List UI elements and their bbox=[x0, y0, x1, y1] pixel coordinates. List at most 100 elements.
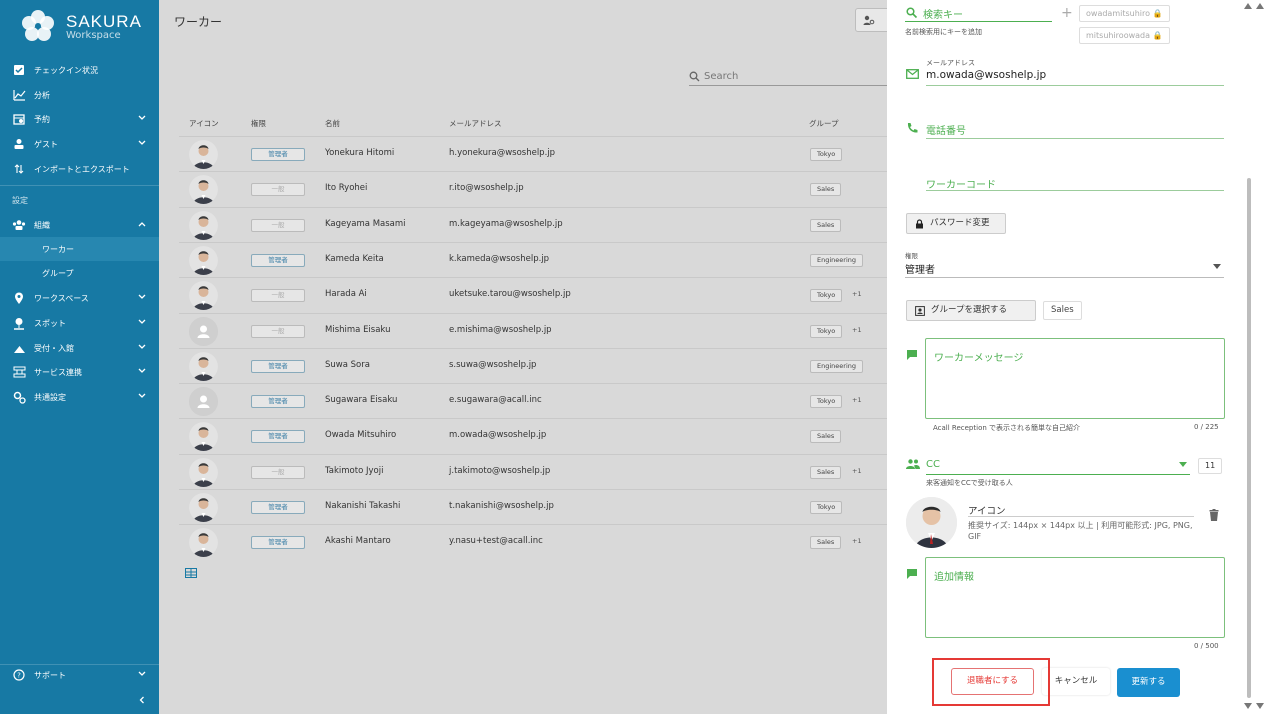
table-row[interactable]: 一般 Takimoto Jyoji j.takimoto@wsoshelp.jp Sa… bbox=[179, 453, 887, 489]
extra-groups-count: +1 bbox=[852, 290, 862, 299]
nav-analytics[interactable]: 分析 bbox=[0, 83, 159, 107]
group-chip[interactable]: Sales bbox=[1043, 301, 1082, 320]
nav-integration[interactable]: サービス連携 bbox=[0, 360, 159, 384]
nav-workers[interactable]: ワーカー bbox=[0, 237, 159, 261]
worker-email: m.kageyama@wsoshelp.jp bbox=[449, 218, 563, 229]
table-row[interactable]: 管理者 Sugawara Eisaku e.sugawara@acall.inc To… bbox=[179, 383, 887, 418]
select-group-button[interactable]: グループを選択する bbox=[906, 300, 1036, 321]
chevron-down-icon bbox=[138, 671, 146, 676]
group-badge: Sales bbox=[810, 430, 842, 444]
cancel-button[interactable]: キャンセル bbox=[1042, 668, 1110, 695]
integration-icon bbox=[12, 365, 26, 379]
worker-email: m.owada@wsoshelp.jp bbox=[449, 430, 547, 441]
add-key-icon[interactable]: + bbox=[1061, 5, 1073, 21]
chevron-up-icon bbox=[138, 222, 146, 227]
nav-support[interactable]: ? サポート bbox=[0, 663, 159, 687]
nav-spot[interactable]: スポット bbox=[0, 311, 159, 335]
avatar bbox=[189, 493, 218, 522]
table-row[interactable]: 管理者 Yonekura Hitomi h.yonekura@wsoshelp.jp… bbox=[179, 136, 887, 171]
worker-edit-panel: 検索キー 名前検索用にキーを追加 + owadamitsuhiro 🔒 mits… bbox=[887, 0, 1269, 714]
highlight-annotation bbox=[932, 658, 1050, 706]
collapse-sidebar-icon[interactable] bbox=[137, 695, 147, 705]
worker-email: r.ito@wsoshelp.jp bbox=[449, 183, 524, 194]
scroll-down-icon[interactable] bbox=[1244, 703, 1252, 710]
scroll-up-icon[interactable] bbox=[1244, 3, 1252, 10]
icon-underline bbox=[968, 516, 1194, 517]
email-label: メールアドレス bbox=[926, 59, 975, 67]
reception-icon bbox=[12, 341, 26, 355]
scroll-up-icon[interactable] bbox=[1256, 3, 1264, 10]
group-badge: Sales bbox=[810, 218, 842, 232]
scroll-down-icon[interactable] bbox=[1256, 703, 1264, 710]
brand-logo[interactable]: SAKURA Workspace bbox=[20, 8, 142, 44]
nav-organization[interactable]: 組織 bbox=[0, 213, 159, 237]
col-role: 権限 bbox=[251, 119, 266, 128]
guest-icon bbox=[12, 137, 26, 151]
avatar-photo-icon bbox=[906, 497, 957, 548]
table-row[interactable]: 一般 Harada Ai uketsuke.tarou@wsoshelp.jp Tok… bbox=[179, 277, 887, 312]
worker-message-count: 0 / 225 bbox=[1194, 423, 1219, 431]
nav-workspace[interactable]: ワークスペース bbox=[0, 286, 159, 310]
role-select[interactable]: 管理者 bbox=[905, 261, 935, 276]
group-badge: Sales bbox=[810, 465, 842, 479]
dropdown-arrow-icon[interactable] bbox=[1179, 462, 1187, 468]
people-icon bbox=[906, 459, 920, 469]
role-badge: 一般 bbox=[251, 324, 305, 338]
nav-guest[interactable]: ゲスト bbox=[0, 132, 159, 156]
nav-import-export[interactable]: インポートとエクスポート bbox=[0, 157, 159, 181]
nav-groups[interactable]: グループ bbox=[0, 261, 159, 285]
sakura-logo-icon bbox=[22, 10, 54, 41]
group-badge: Tokyo bbox=[810, 148, 843, 161]
update-button[interactable]: 更新する bbox=[1117, 668, 1180, 697]
nav-reception[interactable]: 受付・入館 bbox=[0, 336, 159, 360]
table-row[interactable]: 管理者 Suwa Sora s.suwa@wsoshelp.jp Engineerin… bbox=[179, 347, 887, 383]
table-settings-icon[interactable] bbox=[185, 568, 197, 578]
table-row[interactable]: 一般 Ito Ryohei r.ito@wsoshelp.jp Sales bbox=[179, 171, 887, 206]
worker-name: Owada Mitsuhiro bbox=[325, 430, 397, 441]
search-box[interactable]: Search bbox=[689, 68, 889, 86]
worker-email: k.kameda@wsoshelp.jp bbox=[449, 253, 550, 264]
change-password-button[interactable]: パスワード変更 bbox=[906, 213, 1006, 234]
role-badge: 管理者 bbox=[251, 430, 305, 444]
dropdown-arrow-icon[interactable] bbox=[1213, 264, 1221, 270]
worker-code-input[interactable]: ワーカーコード bbox=[926, 176, 996, 191]
table-row[interactable]: 管理者 Nakanishi Takashi t.nakanishi@wsoshelp… bbox=[179, 489, 887, 524]
role-badge: 管理者 bbox=[251, 536, 305, 550]
worker-name: Sugawara Eisaku bbox=[325, 395, 398, 406]
worker-email: e.sugawara@acall.inc bbox=[449, 395, 542, 406]
role-badge: 管理者 bbox=[251, 148, 305, 161]
worker-name: Nakanishi Takashi bbox=[325, 501, 401, 511]
nav-checkin[interactable]: チェックイン状況 bbox=[0, 58, 159, 82]
group-badge: Sales bbox=[810, 536, 842, 550]
cc-select[interactable]: CC bbox=[926, 459, 940, 470]
table-row[interactable]: 一般 Kageyama Masami m.kageyama@wsoshelp.jp S… bbox=[179, 206, 887, 242]
email-input[interactable]: m.owada@wsoshelp.jp bbox=[926, 69, 1046, 81]
worker-name: Yonekura Hitomi bbox=[325, 148, 395, 158]
nav-common-settings[interactable]: 共通設定 bbox=[0, 385, 159, 409]
table-row[interactable]: 管理者 Akashi Mantaro y.nasu+test@acall.inc Sa… bbox=[179, 524, 887, 559]
table-row[interactable]: 管理者 Kameda Keita k.kameda@wsoshelp.jp Engin… bbox=[179, 241, 887, 277]
trash-icon[interactable] bbox=[1209, 509, 1219, 521]
lock-icon bbox=[916, 218, 923, 228]
extra-groups-count: +1 bbox=[852, 466, 862, 475]
role-underline bbox=[905, 277, 1224, 278]
avatar bbox=[189, 210, 218, 240]
table-row[interactable]: 一般 Mishima Eisaku e.mishima@wsoshelp.jp Tok… bbox=[179, 312, 887, 348]
checkbox-icon bbox=[12, 63, 26, 77]
panel-scrollbar[interactable] bbox=[1247, 178, 1251, 698]
worker-name: Kageyama Masami bbox=[325, 218, 406, 229]
nav-reservation[interactable]: 予約 bbox=[0, 107, 159, 131]
col-name: 名前 bbox=[325, 119, 340, 128]
group-select-icon bbox=[915, 305, 925, 316]
icon-label: アイコン bbox=[968, 506, 1006, 517]
phone-input[interactable]: 電話番号 bbox=[926, 122, 966, 137]
cc-underline bbox=[926, 474, 1190, 475]
search-key-input[interactable] bbox=[905, 21, 1052, 22]
mail-icon bbox=[906, 69, 919, 79]
table-row[interactable]: 管理者 Owada Mitsuhiro m.owada@wsoshelp.jp Sal… bbox=[179, 418, 887, 453]
worker-name: Takimoto Jyoji bbox=[325, 465, 384, 476]
extra-groups-count: +1 bbox=[852, 396, 862, 405]
col-icon: アイコン bbox=[189, 119, 219, 128]
worker-email: t.nakanishi@wsoshelp.jp bbox=[449, 501, 554, 511]
profile-avatar[interactable] bbox=[906, 497, 957, 548]
